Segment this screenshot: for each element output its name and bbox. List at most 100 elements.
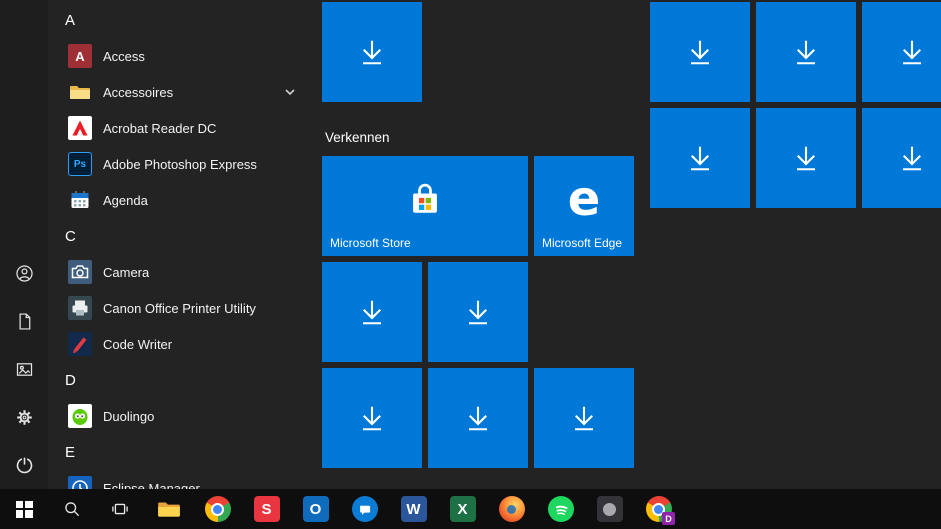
- download-arrow-icon: [797, 146, 815, 171]
- app-label: Adobe Photoshop Express: [103, 156, 257, 172]
- taskbar-word[interactable]: W: [389, 489, 438, 529]
- folder-icon: [68, 80, 92, 104]
- download-arrow-icon: [575, 406, 593, 431]
- access-app-icon: A: [68, 44, 92, 68]
- photoshop-express-icon: Ps: [68, 152, 92, 176]
- duolingo-icon: [68, 404, 92, 428]
- download-tile[interactable]: [428, 368, 528, 468]
- app-item-duolingo[interactable]: Duolingo: [48, 398, 308, 434]
- document-icon: [19, 312, 30, 330]
- download-arrow-icon: [469, 406, 487, 431]
- download-tile[interactable]: [756, 2, 856, 102]
- download-tile[interactable]: [650, 2, 750, 102]
- app-item-eclipse-manager[interactable]: Eclipse Manager: [48, 470, 308, 489]
- app-label: Agenda: [103, 192, 148, 208]
- account-icon: [15, 264, 33, 282]
- app-item-adobe-photoshop-express[interactable]: Ps Adobe Photoshop Express: [48, 146, 308, 182]
- tile-microsoft-store[interactable]: Microsoft Store: [322, 156, 528, 256]
- download-tile[interactable]: [862, 2, 941, 102]
- taskbar-chrome-profile[interactable]: D: [634, 489, 683, 529]
- download-arrow-icon: [363, 40, 381, 65]
- download-tile[interactable]: [756, 108, 856, 208]
- taskbar-firefox[interactable]: [487, 489, 536, 529]
- download-arrow-icon: [363, 406, 381, 431]
- red-s-app-icon: S: [253, 496, 280, 522]
- windows-desktop: A A Access Accessoires Acrobat Reader DC…: [0, 0, 941, 529]
- chevron-down-icon[interactable]: [284, 86, 296, 98]
- start-rail: [0, 0, 48, 489]
- download-arrow-icon: [691, 40, 709, 65]
- pictures-icon: [16, 362, 32, 376]
- section-header-a[interactable]: A: [48, 2, 308, 38]
- profile-badge: D: [662, 512, 675, 525]
- download-tile[interactable]: [322, 368, 422, 468]
- taskbar: S O W X D: [0, 489, 941, 529]
- download-arrow-icon: [903, 40, 921, 65]
- download-tile[interactable]: [862, 108, 941, 208]
- excel-icon: X: [449, 496, 476, 522]
- task-view-icon: [112, 503, 128, 515]
- tile-label: Microsoft Edge: [542, 236, 623, 250]
- account-button[interactable]: [0, 249, 48, 297]
- app-label: Duolingo: [103, 408, 155, 424]
- app-item-acrobat-reader[interactable]: Acrobat Reader DC: [48, 110, 308, 146]
- power-button[interactable]: [0, 441, 48, 489]
- app-label: Camera: [103, 264, 150, 280]
- app-item-access[interactable]: A Access: [48, 38, 308, 74]
- edge-logo-icon: e: [567, 171, 601, 227]
- app-label: Accessoires: [103, 84, 174, 100]
- download-tile[interactable]: [322, 2, 422, 102]
- app-item-canon-office-printer-utility[interactable]: Canon Office Printer Utility: [48, 290, 308, 326]
- search-button[interactable]: [48, 489, 96, 529]
- app-label: Acrobat Reader DC: [103, 120, 217, 136]
- tile-microsoft-edge[interactable]: e Microsoft Edge: [534, 156, 634, 256]
- taskbar-spotify[interactable]: [536, 489, 585, 529]
- firefox-icon: [498, 496, 525, 522]
- app-item-camera[interactable]: Camera: [48, 254, 308, 290]
- gear-icon: [16, 409, 32, 425]
- download-tile[interactable]: [650, 108, 750, 208]
- tile-group-title[interactable]: Verkennen: [325, 130, 390, 145]
- app-label: Code Writer: [103, 336, 173, 352]
- app-label: Access: [103, 48, 145, 64]
- windows-logo-icon: [15, 500, 33, 518]
- app-label: Eclipse Manager: [103, 480, 200, 490]
- start-menu: A A Access Accessoires Acrobat Reader DC…: [0, 0, 941, 489]
- documents-button[interactable]: [0, 297, 48, 345]
- pictures-button[interactable]: [0, 345, 48, 393]
- messaging-icon: [351, 496, 378, 522]
- eclipse-manager-icon: [68, 476, 92, 489]
- download-arrow-icon: [691, 146, 709, 171]
- task-view-button[interactable]: [96, 489, 144, 529]
- taskbar-messaging[interactable]: [340, 489, 389, 529]
- dark-app-icon: [596, 496, 623, 522]
- calendar-icon: [68, 188, 92, 212]
- printer-icon: [68, 296, 92, 320]
- download-tile[interactable]: [322, 262, 422, 362]
- word-icon: W: [400, 496, 427, 522]
- taskbar-red-s-app[interactable]: S: [242, 489, 291, 529]
- file-explorer-icon: [156, 496, 182, 522]
- power-icon: [16, 457, 32, 473]
- microsoft-store-icon: [413, 183, 437, 213]
- taskbar-file-explorer[interactable]: [144, 489, 193, 529]
- outlook-icon: O: [302, 496, 329, 522]
- download-arrow-icon: [469, 300, 487, 325]
- app-item-accessoires[interactable]: Accessoires: [48, 74, 308, 110]
- download-tile[interactable]: [428, 262, 528, 362]
- spotify-icon: [547, 496, 574, 522]
- section-header-c[interactable]: C: [48, 218, 308, 254]
- taskbar-dark-app[interactable]: [585, 489, 634, 529]
- taskbar-chrome[interactable]: [193, 489, 242, 529]
- start-button[interactable]: [0, 489, 48, 529]
- section-header-d[interactable]: D: [48, 362, 308, 398]
- search-icon: [65, 502, 80, 517]
- settings-button[interactable]: [0, 393, 48, 441]
- section-header-e[interactable]: E: [48, 434, 308, 470]
- app-list: A A Access Accessoires Acrobat Reader DC…: [48, 0, 308, 489]
- taskbar-outlook[interactable]: O: [291, 489, 340, 529]
- taskbar-excel[interactable]: X: [438, 489, 487, 529]
- app-item-agenda[interactable]: Agenda: [48, 182, 308, 218]
- app-item-code-writer[interactable]: Code Writer: [48, 326, 308, 362]
- download-tile[interactable]: [534, 368, 634, 468]
